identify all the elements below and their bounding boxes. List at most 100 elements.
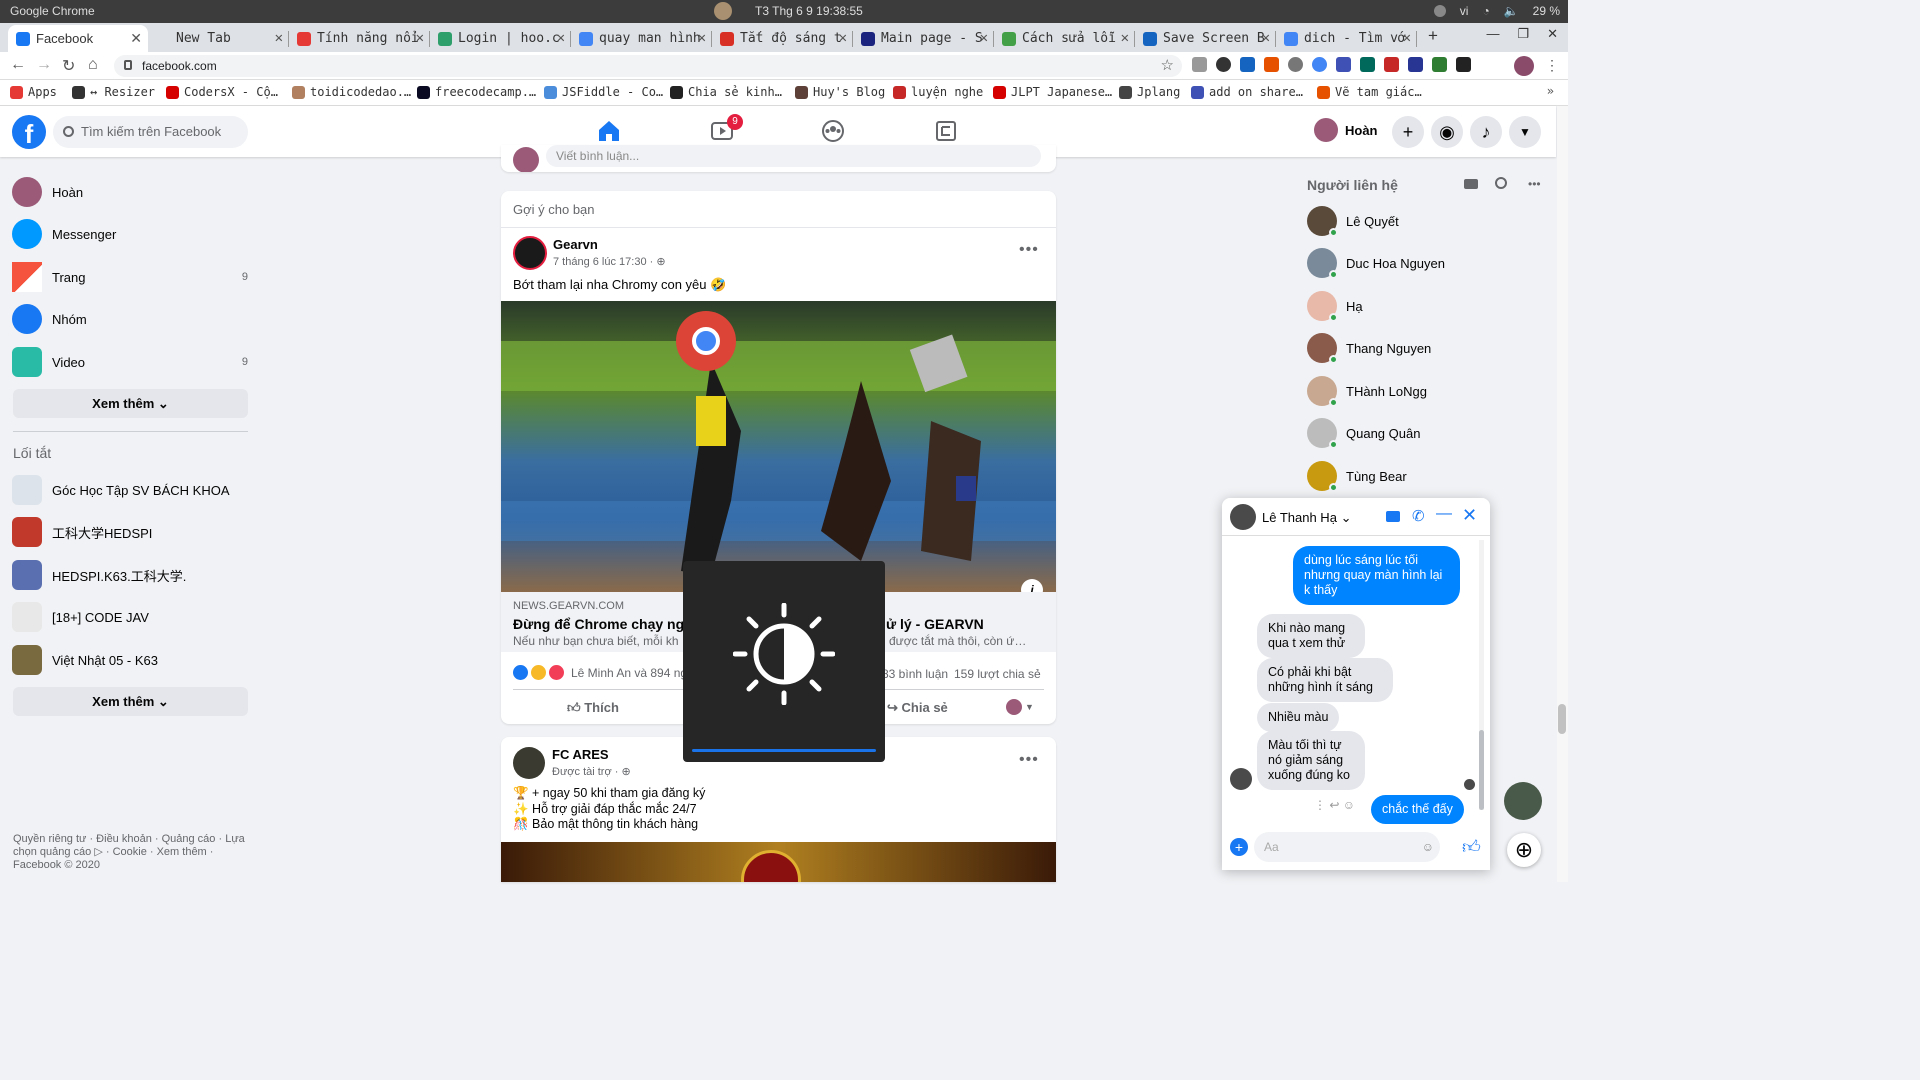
share-button[interactable]: ↪ Chia sẻ: [887, 700, 948, 716]
extension-icon[interactable]: [1288, 57, 1303, 72]
page-avatar[interactable]: [513, 236, 547, 270]
emoji-icon[interactable]: ☺: [1422, 832, 1434, 862]
page-avatar[interactable]: [513, 747, 545, 779]
browser-tab[interactable]: dich - Tìm vớ ✕: [1276, 25, 1417, 52]
browser-tab[interactable]: Main page - S ✕: [853, 25, 994, 52]
profile-shortcut[interactable]: Hoàn: [1314, 118, 1378, 142]
browser-tab[interactable]: Tắt độ sáng t ✕: [712, 25, 853, 52]
footer-links[interactable]: Quyền riêng tư · Điều khoản · Quảng cáo …: [13, 833, 248, 872]
bookmark-item[interactable]: CodersX - Cộ…: [166, 85, 278, 99]
language-indicator[interactable]: vi: [1460, 4, 1469, 18]
sponsored-label[interactable]: Được tài trợ · ⊕: [552, 765, 631, 778]
browser-tab[interactable]: Facebook ✕: [8, 25, 148, 52]
chat-head-avatar[interactable]: [1504, 782, 1542, 820]
extension-icon[interactable]: [1312, 57, 1327, 72]
close-tab-icon[interactable]: ✕: [275, 30, 283, 46]
home-icon[interactable]: ⌂: [88, 56, 98, 74]
message-actions-icon[interactable]: ⋮ ↩ ☺: [1314, 798, 1355, 812]
contact-item[interactable]: Tùng Bear: [1307, 461, 1407, 492]
message-input[interactable]: Aa ☺: [1254, 832, 1440, 862]
browser-tab[interactable]: Login | hoo.c ✕: [430, 25, 571, 52]
bookmark-item[interactable]: ↔ Resizer: [72, 85, 155, 99]
contact-item[interactable]: Quang Quân: [1307, 418, 1420, 449]
comment-input[interactable]: Viết bình luận...: [546, 145, 1041, 167]
close-tab-icon[interactable]: ✕: [698, 30, 706, 46]
close-tab-icon[interactable]: ✕: [1403, 30, 1411, 46]
chat-recipient[interactable]: Lê Thanh Hạ ⌄: [1262, 510, 1351, 526]
comment-count[interactable]: 83 bình luận: [882, 667, 948, 681]
extension-icon[interactable]: [1240, 57, 1255, 72]
groups-nav-icon[interactable]: [820, 118, 846, 144]
contact-item[interactable]: Duc Hoa Nguyen: [1307, 248, 1445, 279]
see-more-button[interactable]: Xem thêm ⌄: [13, 389, 248, 418]
minimize-chat-icon[interactable]: —: [1436, 505, 1452, 523]
shortcut-item[interactable]: [18+] CODE JAV: [12, 602, 248, 632]
shortcut-item[interactable]: Góc Học Tập SV BÁCH KHOA: [12, 475, 248, 505]
like-button[interactable]: 👍︎ Thích: [567, 700, 619, 716]
extension-icon[interactable]: [1216, 57, 1231, 72]
message-bubble-sent[interactable]: dùng lúc sáng lúc tối nhưng quay màn hìn…: [1293, 546, 1460, 605]
bookmark-item[interactable]: add on share…: [1191, 85, 1303, 99]
message-bubble-received[interactable]: Màu tối thì tự nó giảm sáng xuống đúng k…: [1257, 731, 1365, 790]
bookmark-item[interactable]: toidicodedao.…: [292, 85, 411, 99]
facebook-search-input[interactable]: Tìm kiếm trên Facebook: [53, 116, 248, 148]
close-chat-icon[interactable]: ✕: [1462, 505, 1477, 526]
address-bar[interactable]: facebook.com ☆: [114, 55, 1182, 77]
notifications-bell-icon[interactable]: ♪: [1470, 116, 1502, 148]
extension-icon[interactable]: [1264, 57, 1279, 72]
new-message-icon[interactable]: ⊕: [1507, 833, 1541, 867]
sidebar-item-pages[interactable]: Trang 9: [12, 262, 248, 292]
back-icon[interactable]: ←: [10, 56, 26, 74]
bookmark-item[interactable]: Jplang: [1119, 85, 1180, 99]
sidebar-item-profile[interactable]: Hoàn: [12, 177, 248, 207]
message-bubble-received[interactable]: Nhiều màu: [1257, 703, 1340, 732]
extension-icon[interactable]: [1192, 57, 1207, 72]
close-window-icon[interactable]: ✕: [1547, 26, 1558, 42]
chrome-tray-icon[interactable]: [1433, 5, 1446, 17]
close-tab-icon[interactable]: ✕: [130, 30, 142, 47]
browser-tab[interactable]: Save Screen B ✕: [1135, 25, 1276, 52]
add-attachment-icon[interactable]: +: [1230, 838, 1248, 856]
close-tab-icon[interactable]: ✕: [416, 30, 424, 46]
bookmark-item[interactable]: Chia sẻ kinh…: [670, 85, 782, 99]
phone-call-icon[interactable]: ✆: [1412, 507, 1425, 525]
video-call-icon[interactable]: [1386, 511, 1400, 522]
chat-scrollbar[interactable]: [1479, 540, 1484, 810]
wifi-icon[interactable]: ◔: [1482, 4, 1489, 18]
account-menu-chevron-icon[interactable]: ▼: [1509, 116, 1541, 148]
contact-item[interactable]: THành LoNgg: [1307, 376, 1427, 407]
contact-item[interactable]: Hạ: [1307, 291, 1363, 322]
home-nav-icon[interactable]: [596, 118, 622, 144]
extension-icon[interactable]: [1336, 57, 1351, 72]
contacts-options-icon[interactable]: •••: [1528, 177, 1541, 191]
system-clock[interactable]: T3 Thg 6 9 19:38:55: [755, 4, 863, 18]
close-tab-icon[interactable]: ✕: [980, 30, 988, 46]
bookmark-item[interactable]: freecodecamp.…: [417, 85, 536, 99]
message-bubble-received[interactable]: Khi nào mang qua t xem thử: [1257, 614, 1365, 658]
message-bubble-received[interactable]: Có phải khi bật những hình ít sáng: [1257, 658, 1393, 702]
search-contacts-icon[interactable]: [1495, 177, 1507, 189]
sidebar-item-video[interactable]: Video 9: [12, 347, 248, 377]
post-options-icon[interactable]: •••: [1019, 751, 1039, 769]
close-tab-icon[interactable]: ✕: [557, 30, 565, 46]
bookmarks-overflow-icon[interactable]: »: [1547, 84, 1554, 98]
extension-icon[interactable]: [1432, 57, 1447, 72]
browser-tab[interactable]: Tính năng nổi ✕: [289, 25, 430, 52]
sidebar-item-groups[interactable]: Nhóm: [12, 304, 248, 334]
post-options-icon[interactable]: •••: [1019, 241, 1039, 259]
sidebar-item-messenger[interactable]: Messenger: [12, 219, 248, 249]
contact-item[interactable]: Lê Quyết: [1307, 206, 1399, 237]
chrome-profile-avatar[interactable]: [1514, 56, 1534, 76]
reaction-audience-selector[interactable]: ▼: [1006, 699, 1034, 715]
shortcut-item[interactable]: Việt Nhật 05 - K63: [12, 645, 248, 675]
bookmark-item[interactable]: JSFiddle - Co…: [544, 85, 663, 99]
bookmark-item[interactable]: Huy's Blog: [795, 85, 885, 99]
gaming-nav-icon[interactable]: [933, 118, 959, 144]
reactions-summary[interactable]: Lê Minh An và 894 ng: [513, 665, 687, 680]
bookmark-item[interactable]: luyện nghe: [893, 85, 983, 99]
post-author[interactable]: Gearvn: [553, 237, 598, 252]
see-more-shortcuts-button[interactable]: Xem thêm ⌄: [13, 687, 248, 716]
message-bubble-sent[interactable]: chắc thế đấy: [1371, 795, 1464, 824]
browser-tab[interactable]: Cách sửa lỗi ✕: [994, 25, 1135, 52]
extension-icon[interactable]: [1384, 57, 1399, 72]
